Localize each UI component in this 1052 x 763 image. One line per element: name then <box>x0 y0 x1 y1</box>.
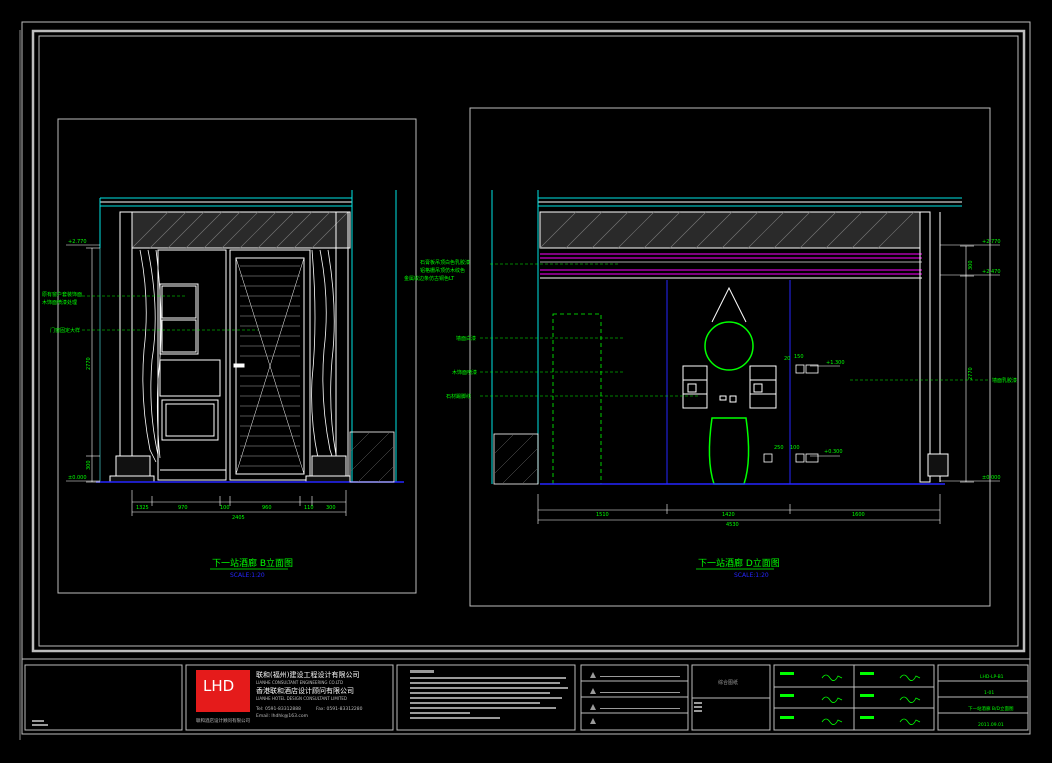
left-view-scale: SCALE:1:20 <box>230 572 265 579</box>
sheet-number: LHD-LP-B1 <box>980 674 1004 680</box>
left-wall-section <box>349 431 395 483</box>
round-mirror <box>704 286 754 371</box>
right-label-right: 墙面乳胶漆 <box>992 377 1017 384</box>
right-view-scale: SCALE:1:20 <box>734 572 769 579</box>
right-dimension-lines <box>537 245 974 524</box>
drawing-frame <box>19 21 1031 740</box>
right-label-left-0: 墙面白漆 <box>456 335 476 342</box>
signature-cells <box>780 672 921 725</box>
title-block: LHD 联和酒店设计顾问有限公司 联和(福州)建设工程设计有限公司 LIANHE… <box>24 664 1029 731</box>
left-dim-small: 300 <box>86 460 92 470</box>
right-label-top-1: 铝格栅吊顶仿木纹色 <box>420 267 465 274</box>
right-label-top-0: 石膏板吊顶白色乳胶漆 <box>420 259 470 266</box>
contact-tel: Tel: 0591-83312888 <box>255 706 301 712</box>
logo-text: LHD <box>203 677 234 695</box>
left-dim-0: 1325 <box>136 505 149 511</box>
left-label-2: 门窗固定大样 <box>50 327 80 334</box>
right-small-dim-2: 250 <box>774 445 784 451</box>
right-label-left-2: 石材踢脚线 <box>446 393 471 400</box>
sheet-revision: 1-01 <box>984 690 994 696</box>
right-wall-section <box>493 433 539 485</box>
right-level-top: +2.770 <box>982 239 1001 245</box>
left-dimension-text: 1325 970 100 960 110 300 2405 2770 300 +… <box>68 239 336 521</box>
left-level-bottom: ±0.000 <box>68 475 87 481</box>
wall-shelves <box>682 365 777 409</box>
right-elevation: 1510 1420 1600 4530 2770 300 +2.770 +2.4… <box>404 107 1017 607</box>
company-name-hk-en: LIANHE HOTEL DESIGN CONSULTANT LIMITED <box>256 696 347 701</box>
company-name-hk: 香港联和酒店设计顾问有限公司 <box>256 686 354 695</box>
left-view-title: 下一站酒廊 B立面图 <box>212 557 293 569</box>
left-dim-1: 970 <box>178 505 188 511</box>
right-dim-0: 1510 <box>596 512 609 518</box>
cad-drawing: 1325 970 100 960 110 300 2405 2770 300 +… <box>19 21 1031 740</box>
right-dim-height: 2770 <box>968 367 974 380</box>
sheet-title: 下一站酒廊 B/D立面图 <box>968 705 1014 712</box>
right-level-b: +0.300 <box>824 449 843 455</box>
right-small-dim-1: 150 <box>794 354 804 360</box>
notes-text-block <box>32 670 702 726</box>
right-dim-total: 4530 <box>726 522 739 528</box>
left-curtain <box>139 249 337 463</box>
right-dim-2: 1600 <box>852 512 865 518</box>
sheet-date: 2011.09.01 <box>978 722 1004 728</box>
vase <box>708 417 750 485</box>
revision-marks <box>590 672 680 724</box>
left-dim-3: 960 <box>262 505 272 511</box>
left-label-1: 木饰面喷漆处理 <box>42 299 77 306</box>
right-viewport <box>469 107 991 607</box>
stamp-label: 综合图纸 <box>718 679 738 686</box>
right-dim-small: 300 <box>968 260 974 270</box>
left-dim-4: 110 <box>304 505 314 511</box>
left-label-0: 原有窗户套装饰面 <box>42 291 82 298</box>
right-level-mid: +2.470 <box>982 269 1001 275</box>
left-dim-height: 2770 <box>86 357 92 370</box>
left-dim-total: 2405 <box>232 515 245 521</box>
right-label-top-2: 金属收边条仿古铜色LT <box>404 275 455 282</box>
right-dim-1: 1420 <box>722 512 735 518</box>
right-partitions <box>666 280 791 484</box>
right-label-left-1: 木饰面喷漆 <box>452 369 477 376</box>
left-callout-leaders <box>82 295 258 331</box>
company-name-en: LIANHE CONSULTANT ENGINEERING CO.LTD <box>256 680 343 685</box>
right-view-title: 下一站酒廊 D立面图 <box>698 557 780 569</box>
right-level-bottom: ±0.000 <box>982 475 1001 481</box>
left-level-top: +2.770 <box>68 239 87 245</box>
contact-fax: Fax: 0591-83312280 <box>316 706 363 712</box>
left-dim-2: 100 <box>220 505 230 511</box>
company-name-cn: 联和(福州)建设工程设计有限公司 <box>256 670 359 679</box>
right-small-dim-0: 20 <box>784 356 790 362</box>
left-dim-5: 300 <box>326 505 336 511</box>
logo-caption: 联和酒店设计顾问有限公司 <box>196 717 250 724</box>
left-elevation: 1325 970 100 960 110 300 2405 2770 300 +… <box>42 118 417 594</box>
right-small-dim-3: 100 <box>790 445 800 451</box>
left-viewport <box>57 118 417 594</box>
right-level-a: +1.300 <box>826 360 845 366</box>
contact-email: Email: lhdhk@163.com <box>256 713 308 719</box>
right-callout-leaders <box>480 263 990 397</box>
right-door-outline <box>552 313 602 485</box>
